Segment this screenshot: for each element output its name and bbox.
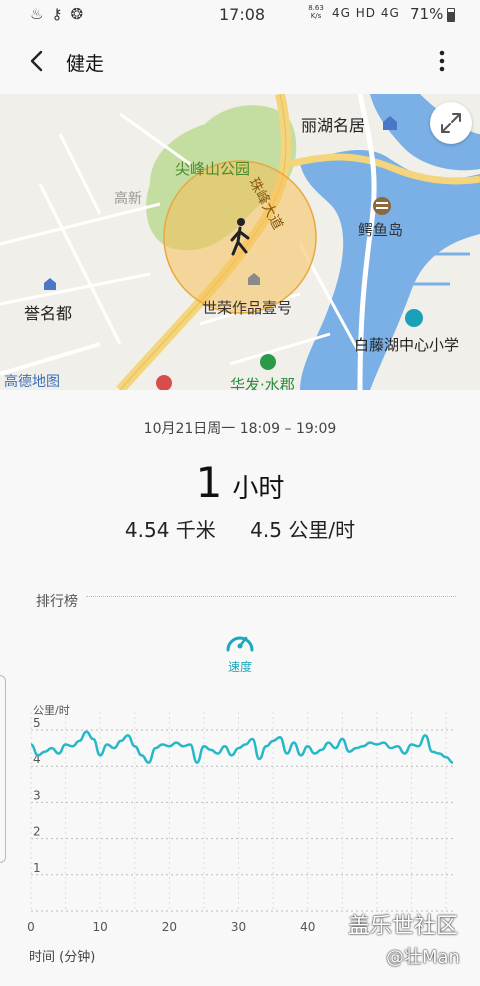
y-tick-label: 3	[33, 788, 41, 802]
page-title: 健走	[66, 53, 105, 75]
map-label-jianfeng: 尖峰山公园	[175, 160, 251, 178]
map-label-eyu: 鳄鱼岛	[358, 221, 404, 239]
distance-value: 4.54 千米	[124, 518, 216, 542]
battery-icon	[447, 8, 455, 22]
x-tick-label: 30	[231, 920, 246, 934]
map-label-shirong: 世荣作品壹号	[202, 299, 293, 317]
map-provider-logo: 高德地图	[4, 374, 60, 390]
network-speed: 8.63 K/s	[308, 4, 324, 20]
battery-percent: 71%	[410, 5, 444, 23]
route-map[interactable]: 丽湖名居 尖峰山公园 珠峰大道 高新 鳄鱼岛 誉名都 世荣作品壹号 白藤湖中心小…	[0, 94, 480, 390]
workout-date-range: 10月21日周一 18:09 – 19:09	[143, 421, 337, 437]
x-axis-label: 时间 (分钟)	[29, 949, 95, 965]
y-tick-label: 1	[33, 861, 41, 875]
duration-value: 1	[195, 458, 223, 507]
x-tick-label: 40	[300, 920, 315, 934]
map-label-yuming: 誉名都	[24, 304, 73, 323]
status-time: 17:08	[219, 5, 266, 24]
y-tick-label: 5	[33, 716, 41, 730]
section-divider	[86, 596, 456, 597]
expand-map-button[interactable]	[430, 102, 472, 144]
app-bar: 健走	[0, 30, 480, 94]
ranking-title: 排行榜	[36, 594, 78, 610]
expand-icon	[441, 113, 461, 133]
signal-indicators: 4G HD 4G	[332, 6, 400, 20]
map-label-huafa: 华发·水郡	[230, 376, 295, 390]
speed-series-line	[30, 730, 454, 764]
app-notification-icon: ♨	[30, 5, 44, 23]
map-label-baiteng: 白藤湖中心小学	[354, 336, 460, 354]
workout-duration: 1 小时	[0, 458, 480, 507]
tab-speed[interactable]: 速度	[0, 658, 480, 675]
aperture-icon: ❂	[70, 5, 84, 23]
map-label-lihu: 丽湖名居	[301, 116, 366, 135]
map-label-gaoxin: 高新	[114, 191, 142, 207]
status-bar: ♨ ⚷ ❂ 17:08 8.63 K/s 4G HD 4G 71%	[0, 0, 480, 30]
x-tick-label: 10	[93, 920, 108, 934]
duration-unit: 小时	[232, 474, 285, 504]
speed-value: 4.5 公里/时	[250, 518, 356, 542]
key-icon: ⚷	[51, 5, 63, 23]
y-tick-label: 2	[33, 825, 41, 839]
back-arrow-icon[interactable]	[24, 48, 50, 74]
x-tick-label: 0	[27, 920, 35, 934]
more-options-icon[interactable]	[430, 48, 454, 74]
watermark-community: 盖乐世社区	[348, 914, 459, 939]
notification-icons: ♨ ⚷ ❂	[30, 5, 83, 23]
speedometer-icon[interactable]	[224, 628, 256, 656]
watermark-author: @壮Man	[386, 947, 460, 968]
workout-stats: 4.54 千米 4.5 公里/时	[0, 514, 480, 543]
x-tick-label: 20	[162, 920, 177, 934]
